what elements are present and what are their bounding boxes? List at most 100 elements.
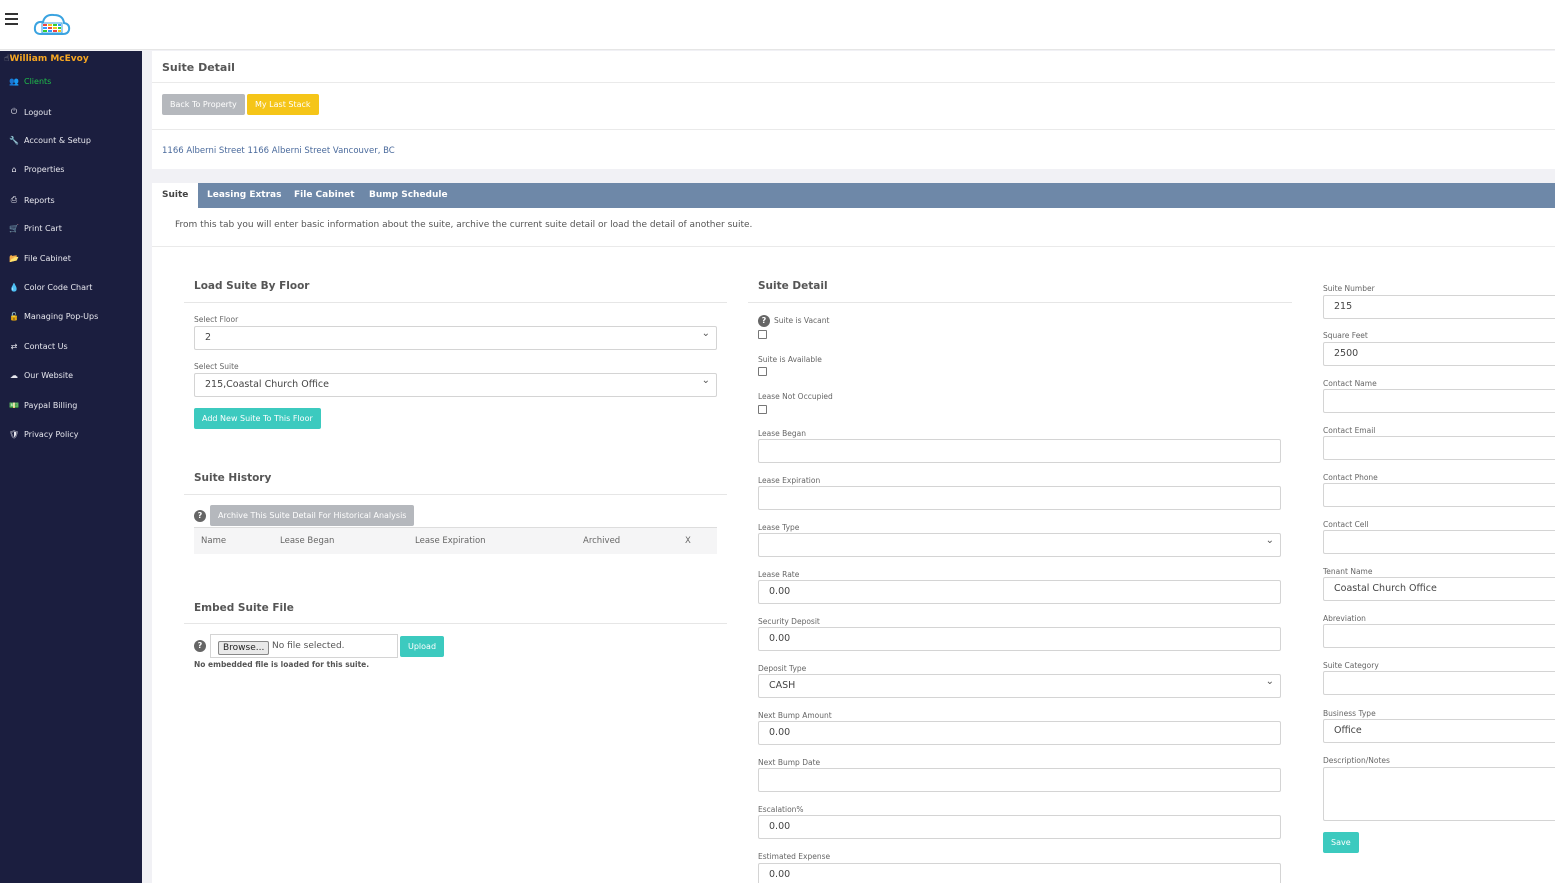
business-type-dropdown[interactable]: Office bbox=[1323, 719, 1555, 743]
lease-not-occupied-label: Lease Not Occupied bbox=[758, 392, 833, 401]
exchange-icon: ⇄ bbox=[10, 342, 18, 351]
section-divider bbox=[184, 623, 727, 624]
load-suite-title: Load Suite By Floor bbox=[194, 280, 310, 292]
lock-icon: 🔓 bbox=[9, 312, 19, 321]
app-logo[interactable] bbox=[33, 12, 71, 41]
estimated-expense-input[interactable]: 0.00 bbox=[758, 863, 1281, 883]
contact-name-input[interactable] bbox=[1323, 389, 1555, 413]
back-to-property-button[interactable]: Back To Property bbox=[162, 94, 245, 115]
sidebar-item-properties[interactable]: ⌂ Properties bbox=[9, 165, 64, 174]
user-name[interactable]: ☝William McEvoy bbox=[4, 54, 89, 64]
select-suite-dropdown[interactable]: 215,Coastal Church Office bbox=[194, 373, 717, 397]
column-lease-expiration: Lease Expiration bbox=[415, 536, 486, 546]
lease-expiration-label: Lease Expiration bbox=[758, 476, 821, 485]
sidebar-item-print-cart[interactable]: 🛒 Print Cart bbox=[9, 224, 62, 233]
tab-suite[interactable]: Suite bbox=[152, 183, 199, 208]
hamburger-menu-icon[interactable] bbox=[5, 13, 18, 25]
upload-button[interactable]: Upload bbox=[400, 636, 445, 657]
tenant-name-input[interactable]: Coastal Church Office bbox=[1323, 577, 1555, 601]
my-last-stack-button[interactable]: My Last Stack bbox=[247, 94, 319, 115]
tab-file-cabinet[interactable]: File Cabinet bbox=[284, 183, 365, 208]
column-archived: Archived bbox=[583, 536, 621, 546]
sidebar-item-contact-us[interactable]: ⇄ Contact Us bbox=[9, 342, 68, 351]
contact-cell-input[interactable] bbox=[1323, 530, 1555, 554]
lease-not-occupied-checkbox[interactable] bbox=[758, 405, 767, 414]
contact-email-label: Contact Email bbox=[1323, 426, 1376, 435]
suite-available-label: Suite is Available bbox=[758, 355, 822, 364]
sidebar-item-reports[interactable]: ⎙ Reports bbox=[9, 195, 55, 205]
abbreviation-input[interactable] bbox=[1323, 624, 1555, 648]
square-feet-label: Square Feet bbox=[1323, 331, 1368, 340]
tab-bump-schedule[interactable]: Bump Schedule bbox=[359, 183, 458, 208]
suite-available-checkbox[interactable] bbox=[758, 367, 767, 376]
lease-expiration-input[interactable] bbox=[758, 486, 1281, 510]
lease-began-input[interactable] bbox=[758, 439, 1281, 463]
sidebar-item-file-cabinet[interactable]: 📂 File Cabinet bbox=[9, 254, 71, 263]
folder-icon: 📂 bbox=[9, 254, 19, 263]
sidebar-item-color-code-chart[interactable]: 💧 Color Code Chart bbox=[9, 283, 92, 292]
help-icon[interactable]: ? bbox=[194, 510, 206, 522]
contact-email-input[interactable] bbox=[1323, 436, 1555, 460]
select-floor-dropdown[interactable]: 2 bbox=[194, 326, 717, 350]
home-icon: ⌂ bbox=[11, 165, 17, 174]
top-bar bbox=[0, 0, 1555, 50]
wrench-icon: 🔧 bbox=[9, 136, 19, 145]
tab-leasing-extras[interactable]: Leasing Extras bbox=[197, 183, 291, 208]
help-icon[interactable]: ? bbox=[194, 640, 206, 652]
main-panel: Suite Detail Back To Property My Last St… bbox=[152, 51, 1555, 883]
sidebar-item-managing-popups[interactable]: 🔓 Managing Pop-Ups bbox=[9, 312, 98, 321]
suite-number-label: Suite Number bbox=[1323, 284, 1375, 293]
property-address-link[interactable]: 1166 Alberni Street 1166 Alberni Street … bbox=[162, 146, 395, 156]
contact-phone-input[interactable] bbox=[1323, 483, 1555, 507]
description-textarea[interactable] bbox=[1323, 767, 1555, 821]
suite-category-input[interactable] bbox=[1323, 671, 1555, 695]
print-icon: ⎙ bbox=[10, 195, 18, 204]
money-icon: 💵 bbox=[9, 401, 19, 410]
no-file-text: No file selected. bbox=[272, 641, 345, 651]
archive-suite-button[interactable]: Archive This Suite Detail For Historical… bbox=[210, 505, 415, 526]
square-feet-input[interactable]: 2500 bbox=[1323, 342, 1555, 366]
file-input[interactable]: Browse... No file selected. bbox=[210, 634, 398, 658]
power-icon: ⏻ bbox=[10, 107, 18, 116]
lease-rate-input[interactable]: 0.00 bbox=[758, 580, 1281, 604]
help-icon[interactable]: ? bbox=[758, 315, 770, 327]
next-bump-amount-input[interactable]: 0.00 bbox=[758, 721, 1281, 745]
sidebar-item-logout[interactable]: ⏻ Logout bbox=[9, 107, 52, 117]
add-new-suite-button[interactable]: Add New Suite To This Floor bbox=[194, 408, 321, 429]
sidebar-item-paypal-billing[interactable]: 💵 Paypal Billing bbox=[9, 401, 77, 410]
divider bbox=[152, 82, 1555, 83]
sidebar-item-clients[interactable]: 👥 Clients bbox=[9, 77, 51, 86]
lease-type-dropdown[interactable] bbox=[758, 533, 1281, 557]
estimated-expense-label: Estimated Expense bbox=[758, 852, 831, 861]
escalation-input[interactable]: 0.00 bbox=[758, 815, 1281, 839]
browse-button[interactable]: Browse... bbox=[218, 641, 270, 655]
sidebar-item-privacy-policy[interactable]: 🛡 Privacy Policy bbox=[9, 430, 79, 439]
contact-cell-label: Contact Cell bbox=[1323, 520, 1369, 529]
sidebar: ☝William McEvoy 👥 Clients ⏻ Logout 🔧 Accoun… bbox=[0, 51, 142, 883]
lease-began-label: Lease Began bbox=[758, 429, 807, 438]
contact-name-label: Contact Name bbox=[1323, 379, 1377, 388]
abbreviation-label: Abreviation bbox=[1323, 614, 1366, 623]
tab-bar: Suite Leasing Extras File Cabinet Bump S… bbox=[152, 183, 1555, 208]
history-table-header: Name Lease Began Lease Expiration Archiv… bbox=[194, 527, 717, 554]
suite-vacant-checkbox[interactable] bbox=[758, 330, 767, 339]
shield-icon: 🛡 bbox=[9, 430, 20, 439]
suite-number-input[interactable]: 215 bbox=[1323, 295, 1555, 319]
next-bump-date-input[interactable] bbox=[758, 768, 1281, 792]
divider bbox=[152, 129, 1555, 130]
tab-intro-text: From this tab you will enter basic infor… bbox=[175, 220, 753, 230]
lease-rate-label: Lease Rate bbox=[758, 570, 800, 579]
sidebar-item-account-setup[interactable]: 🔧 Account & Setup bbox=[9, 136, 91, 145]
page-title: Suite Detail bbox=[162, 61, 235, 74]
next-bump-date-label: Next Bump Date bbox=[758, 758, 821, 767]
save-button[interactable]: Save bbox=[1323, 832, 1359, 853]
column-name: Name bbox=[201, 536, 227, 546]
business-type-label: Business Type bbox=[1323, 709, 1376, 718]
divider bbox=[152, 246, 1555, 247]
sidebar-item-our-website[interactable]: ☁ Our Website bbox=[9, 371, 73, 380]
deposit-type-label: Deposit Type bbox=[758, 664, 807, 673]
contact-phone-label: Contact Phone bbox=[1323, 473, 1378, 482]
deposit-type-dropdown[interactable]: CASH bbox=[758, 674, 1281, 698]
security-deposit-input[interactable]: 0.00 bbox=[758, 627, 1281, 651]
section-divider bbox=[184, 302, 727, 303]
